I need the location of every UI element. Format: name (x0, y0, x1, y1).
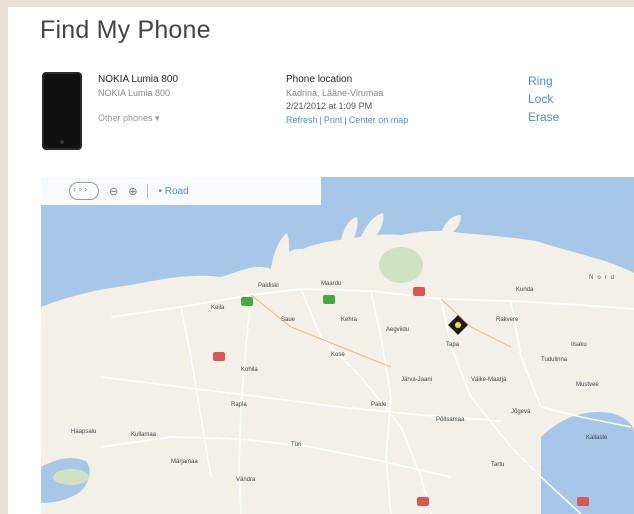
road-sign (417, 497, 429, 506)
city-label: Iisaku (571, 342, 587, 348)
city-label: Tartu (491, 462, 505, 468)
road-sign (413, 287, 425, 296)
city-label: Mustvee (576, 382, 599, 388)
city-label: Väike-Maarja (471, 377, 507, 383)
city-label: Tudulinna (541, 357, 568, 363)
road-view-button[interactable]: • Road (158, 186, 188, 197)
road-sign (577, 497, 589, 506)
zoom-in-button[interactable]: ⊕ (128, 185, 137, 198)
city-label: Kallaste (586, 435, 608, 441)
other-phones-dropdown[interactable]: Other phones ▾ (98, 113, 160, 124)
city-label: Paide (371, 402, 387, 408)
city-label: Vändra (236, 477, 256, 483)
page-frame: Find My Phone NOKIA Lumia 800 NOKIA Lumi… (8, 7, 634, 514)
toolbar-divider (147, 184, 149, 198)
map-toolbar: ⊖ ⊕ • Road (41, 177, 321, 205)
city-label: Keila (211, 305, 225, 311)
city-label: Põltsamaa (436, 417, 465, 423)
city-label: Haapsalu (71, 429, 97, 435)
location-links: Refresh | Print | Center on map (286, 115, 408, 125)
map-graphic (41, 213, 634, 514)
city-label: Tapa (446, 342, 460, 348)
city-label: Kehra (341, 317, 358, 323)
city-label: Maardu (321, 281, 342, 287)
city-label: Rapla (231, 402, 247, 408)
city-label: Kose (331, 352, 345, 358)
city-label: Türi (291, 442, 302, 448)
device-model: NOKIA Lumia 800 (98, 88, 171, 98)
device-name: NOKIA Lumia 800 (98, 74, 179, 85)
location-title: Phone location (286, 74, 353, 85)
erase-button[interactable]: Erase (528, 110, 559, 124)
map-pan-control[interactable] (69, 182, 99, 200)
location-timestamp: 2/21/2012 at 1:09 PM (286, 101, 373, 111)
city-label: Paldiski (258, 283, 279, 289)
phone-actions: Ring Lock Erase (528, 74, 559, 128)
page-title: Find My Phone (40, 16, 211, 44)
sea-label: Nord (589, 275, 619, 281)
zoom-out-button[interactable]: ⊖ (109, 185, 118, 198)
city-label: Saue (281, 317, 296, 323)
city-label: Aegviidu (386, 327, 410, 333)
print-link[interactable]: Print (324, 115, 343, 125)
map-view[interactable]: ⊖ ⊕ • Road Nord Paldiski Keila Saue Maar… (41, 177, 634, 514)
city-label: Kohila (241, 367, 258, 373)
road-sign (323, 295, 335, 304)
phone-image (42, 72, 82, 150)
link-separator: | (344, 115, 347, 125)
road-sign (241, 297, 253, 306)
center-on-map-link[interactable]: Center on map (349, 115, 409, 125)
ring-button[interactable]: Ring (528, 74, 559, 88)
lock-button[interactable]: Lock (528, 92, 559, 106)
city-label: Kunda (516, 287, 534, 293)
refresh-link[interactable]: Refresh (286, 115, 318, 125)
city-label: Märjamaa (171, 459, 198, 465)
city-label: Jõgeva (511, 409, 531, 415)
city-label: Rakvere (496, 317, 519, 323)
city-label: Kullamaa (131, 432, 157, 438)
road-sign (213, 352, 225, 361)
city-label: Järva-Jaani (401, 377, 433, 383)
location-place: Kadrina, Lääne-Virumaa (286, 88, 384, 98)
link-separator: | (319, 115, 322, 125)
